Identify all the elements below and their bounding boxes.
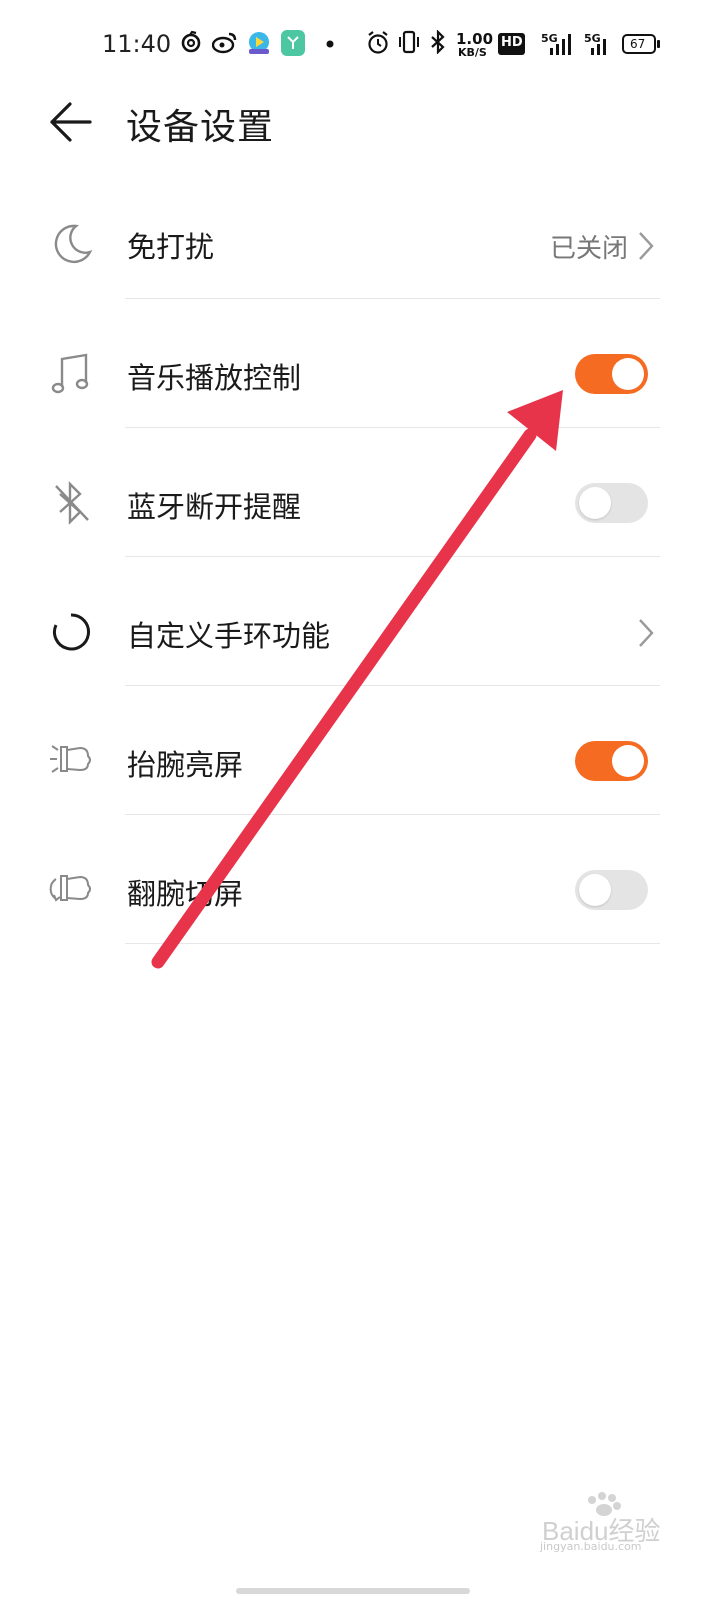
bluetooth-off-icon [55, 481, 89, 525]
setting-label: 自定义手环功能 [127, 619, 331, 653]
divider [125, 943, 660, 944]
setting-raise-wrist-wake: 抬腕亮屏 [0, 696, 720, 825]
netease-music-icon [181, 30, 201, 53]
music-note-icon [51, 353, 89, 394]
app-header: 设备设置 [0, 90, 720, 160]
divider [125, 298, 660, 299]
net-speed-unit: KB/S [458, 46, 487, 59]
battery-tip [657, 40, 660, 48]
page-title: 设备设置 [126, 107, 275, 148]
home-indicator[interactable] [236, 1588, 470, 1594]
divider [125, 814, 660, 815]
toggle-knob [579, 874, 611, 906]
dot-icon [326, 40, 334, 48]
chevron-right-icon [639, 232, 654, 260]
bluetooth-disconnect-toggle[interactable] [575, 483, 648, 523]
signal-icon [591, 39, 606, 55]
setting-label: 抬腕亮屏 [127, 748, 244, 782]
raise-wrist-icon [50, 745, 91, 773]
vibrate-icon [399, 30, 419, 54]
circle-ring-icon [53, 613, 90, 651]
battery-level: 67 [630, 37, 646, 51]
setting-flip-wrist-switch: 翻腕切屏 [0, 825, 720, 954]
toggle-knob [579, 487, 611, 519]
raise-wrist-toggle[interactable] [575, 741, 648, 781]
status-time: 11:40 [102, 30, 172, 58]
moon-icon [54, 224, 93, 264]
setting-label: 音乐播放控制 [127, 361, 302, 395]
chevron-right-icon [639, 619, 654, 647]
flip-wrist-toggle[interactable] [575, 870, 648, 910]
setting-music-control: 音乐播放控制 [0, 309, 720, 438]
music-control-toggle[interactable] [575, 354, 648, 394]
setting-custom-band-functions[interactable]: 自定义手环功能 [0, 567, 720, 696]
hd-badge-text: HD [501, 35, 523, 50]
setting-label: 蓝牙断开提醒 [127, 490, 302, 524]
back-arrow-icon [50, 102, 92, 142]
flip-wrist-icon [49, 875, 91, 902]
setting-do-not-disturb[interactable]: 免打扰 已关闭 [0, 180, 720, 309]
bluetooth-icon [431, 30, 445, 54]
app-icon [281, 30, 305, 56]
hd-icon: HD [498, 33, 525, 55]
setting-label: 免打扰 [127, 230, 215, 264]
status-bar: 11:40 1.00 KB/S HD 5G 5G 67 [0, 0, 720, 90]
battery-icon: 67 [622, 34, 656, 54]
toggle-knob [612, 745, 644, 777]
toggle-knob [612, 358, 644, 390]
back-button[interactable] [46, 100, 96, 144]
signal-icon [550, 34, 571, 55]
divider [125, 427, 660, 428]
setting-value: 已关闭 [549, 234, 628, 264]
setting-label: 翻腕切屏 [127, 877, 244, 911]
divider [125, 556, 660, 557]
divider [125, 685, 660, 686]
net-speed-value: 1.00 [456, 30, 494, 48]
watermark-url: jingyan.baidu.com [540, 1540, 642, 1553]
weibo-icon [212, 32, 237, 54]
alarm-icon [368, 31, 388, 54]
setting-bluetooth-disconnect: 蓝牙断开提醒 [0, 438, 720, 567]
video-app-icon [249, 32, 269, 54]
